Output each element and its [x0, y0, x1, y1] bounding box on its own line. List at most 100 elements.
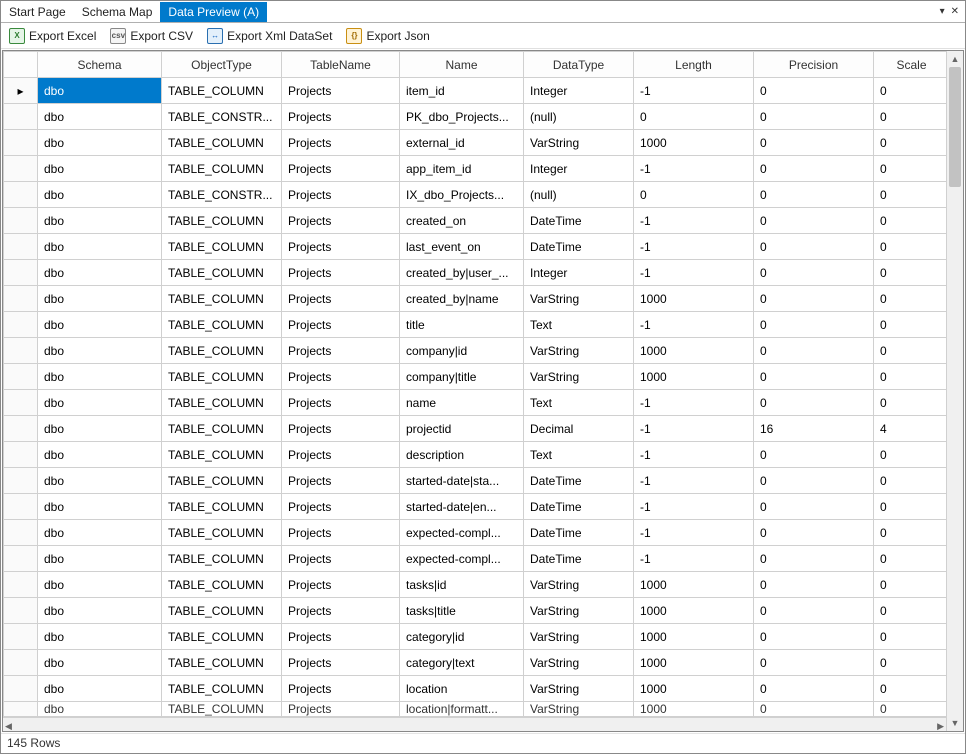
cell-tableName[interactable]: Projects [282, 520, 400, 546]
export-csv-button[interactable]: csv Export CSV [106, 26, 197, 46]
cell-length[interactable]: 1000 [634, 130, 754, 156]
cell-name[interactable]: location [400, 676, 524, 702]
cell-length[interactable]: -1 [634, 234, 754, 260]
cell-precision[interactable]: 0 [754, 494, 874, 520]
cell-length[interactable]: 1000 [634, 676, 754, 702]
table-row[interactable]: dboTABLE_COLUMNProjectsexpected-compl...… [4, 546, 947, 572]
cell-tableName[interactable]: Projects [282, 598, 400, 624]
cell-schema[interactable]: dbo [38, 520, 162, 546]
cell-tableName[interactable]: Projects [282, 312, 400, 338]
cell-schema[interactable]: dbo [38, 156, 162, 182]
cell-tableName[interactable]: Projects [282, 78, 400, 104]
cell-precision[interactable]: 0 [754, 598, 874, 624]
cell-dataType[interactable]: DateTime [524, 494, 634, 520]
cell-tableName[interactable]: Projects [282, 208, 400, 234]
cell-name[interactable]: created_on [400, 208, 524, 234]
cell-objectType[interactable]: TABLE_COLUMN [162, 364, 282, 390]
cell-precision[interactable]: 0 [754, 364, 874, 390]
cell-length[interactable]: -1 [634, 156, 754, 182]
cell-objectType[interactable]: TABLE_COLUMN [162, 650, 282, 676]
cell-scale[interactable]: 0 [874, 702, 947, 717]
cell-dataType[interactable]: (null) [524, 182, 634, 208]
cell-precision[interactable]: 0 [754, 442, 874, 468]
cell-tableName[interactable]: Projects [282, 416, 400, 442]
cell-name[interactable]: started-date|en... [400, 494, 524, 520]
cell-tableName[interactable]: Projects [282, 676, 400, 702]
cell-dataType[interactable]: DateTime [524, 468, 634, 494]
cell-objectType[interactable]: TABLE_CONSTR... [162, 182, 282, 208]
cell-objectType[interactable]: TABLE_COLUMN [162, 520, 282, 546]
cell-length[interactable]: -1 [634, 416, 754, 442]
scroll-down-icon[interactable]: ▼ [947, 715, 963, 731]
cell-length[interactable]: 1000 [634, 364, 754, 390]
cell-schema[interactable]: dbo [38, 572, 162, 598]
cell-dataType[interactable]: DateTime [524, 208, 634, 234]
table-row[interactable]: dboTABLE_COLUMNProjectslast_event_onDate… [4, 234, 947, 260]
cell-dataType[interactable]: Text [524, 442, 634, 468]
cell-scale[interactable]: 0 [874, 650, 947, 676]
scroll-thumb[interactable] [949, 67, 961, 187]
cell-scale[interactable]: 0 [874, 156, 947, 182]
cell-length[interactable]: 1000 [634, 598, 754, 624]
cell-schema[interactable]: dbo [38, 364, 162, 390]
table-row[interactable]: dboTABLE_COLUMNProjectsstarted-date|sta.… [4, 468, 947, 494]
cell-scale[interactable]: 0 [874, 364, 947, 390]
cell-dataType[interactable]: DateTime [524, 546, 634, 572]
cell-schema[interactable]: dbo [38, 104, 162, 130]
cell-objectType[interactable]: TABLE_COLUMN [162, 130, 282, 156]
cell-length[interactable]: -1 [634, 494, 754, 520]
col-objecttype[interactable]: ObjectType [162, 52, 282, 78]
cell-scale[interactable]: 0 [874, 312, 947, 338]
col-datatype[interactable]: DataType [524, 52, 634, 78]
cell-name[interactable]: external_id [400, 130, 524, 156]
table-row[interactable]: dboTABLE_COLUMNProjectscreated_by|nameVa… [4, 286, 947, 312]
cell-dataType[interactable]: VarString [524, 572, 634, 598]
table-row[interactable]: dboTABLE_COLUMNProjectstasks|titleVarStr… [4, 598, 947, 624]
table-row[interactable]: dboTABLE_COLUMNProjectstitleText-100 [4, 312, 947, 338]
cell-scale[interactable]: 0 [874, 78, 947, 104]
cell-length[interactable]: -1 [634, 390, 754, 416]
cell-tableName[interactable]: Projects [282, 260, 400, 286]
cell-precision[interactable]: 0 [754, 676, 874, 702]
cell-scale[interactable]: 0 [874, 546, 947, 572]
cell-length[interactable]: -1 [634, 468, 754, 494]
cell-dataType[interactable]: VarString [524, 676, 634, 702]
cell-scale[interactable]: 0 [874, 468, 947, 494]
cell-precision[interactable]: 0 [754, 520, 874, 546]
cell-scale[interactable]: 0 [874, 624, 947, 650]
cell-schema[interactable]: dbo [38, 130, 162, 156]
cell-scale[interactable]: 0 [874, 130, 947, 156]
cell-length[interactable]: -1 [634, 78, 754, 104]
cell-objectType[interactable]: TABLE_COLUMN [162, 416, 282, 442]
table-row[interactable]: dboTABLE_COLUMNProjectsapp_item_idIntege… [4, 156, 947, 182]
cell-dataType[interactable]: Decimal [524, 416, 634, 442]
cell-name[interactable]: title [400, 312, 524, 338]
table-row[interactable]: dboTABLE_COLUMNProjectsexpected-compl...… [4, 520, 947, 546]
cell-name[interactable]: tasks|title [400, 598, 524, 624]
cell-precision[interactable]: 0 [754, 156, 874, 182]
table-row[interactable]: dboTABLE_COLUMNProjectstasks|idVarString… [4, 572, 947, 598]
cell-dataType[interactable]: VarString [524, 130, 634, 156]
cell-precision[interactable]: 0 [754, 286, 874, 312]
cell-precision[interactable]: 0 [754, 130, 874, 156]
scroll-up-icon[interactable]: ▲ [947, 51, 963, 67]
cell-tableName[interactable]: Projects [282, 702, 400, 717]
cell-schema[interactable]: dbo [38, 182, 162, 208]
cell-tableName[interactable]: Projects [282, 494, 400, 520]
cell-objectType[interactable]: TABLE_COLUMN [162, 208, 282, 234]
cell-tableName[interactable]: Projects [282, 546, 400, 572]
cell-objectType[interactable]: TABLE_COLUMN [162, 156, 282, 182]
cell-schema[interactable]: dbo [38, 416, 162, 442]
cell-name[interactable]: company|title [400, 364, 524, 390]
cell-name[interactable]: created_by|user_... [400, 260, 524, 286]
cell-scale[interactable]: 4 [874, 416, 947, 442]
cell-schema[interactable]: dbo [38, 260, 162, 286]
cell-scale[interactable]: 0 [874, 572, 947, 598]
cell-precision[interactable]: 0 [754, 208, 874, 234]
cell-dataType[interactable]: DateTime [524, 234, 634, 260]
cell-length[interactable]: -1 [634, 520, 754, 546]
cell-schema[interactable]: dbo [38, 468, 162, 494]
cell-name[interactable]: last_event_on [400, 234, 524, 260]
cell-schema[interactable]: dbo [38, 78, 162, 104]
cell-schema[interactable]: dbo [38, 442, 162, 468]
